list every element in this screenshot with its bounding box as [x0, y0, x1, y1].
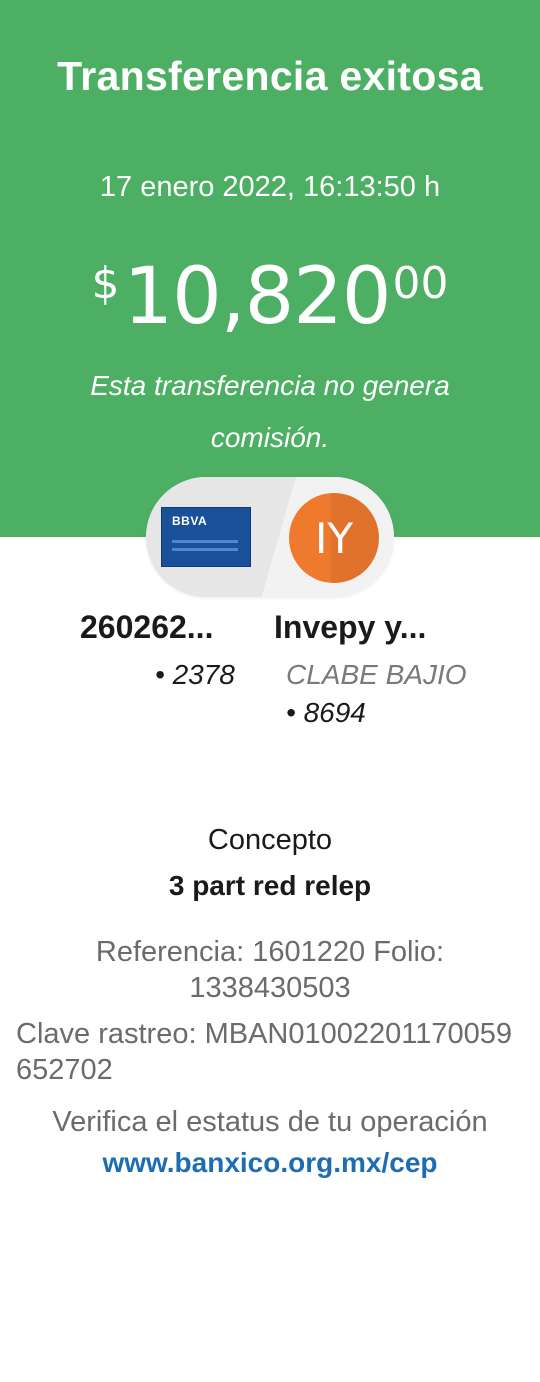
page-title: Transferencia exitosa [57, 53, 483, 99]
verify-status-text: Verifica el estatus de tu operación [52, 1106, 488, 1138]
banxico-cep-link[interactable]: www.banxico.org.mx/cep [0, 1145, 540, 1181]
bank-logo-text: BBVA [172, 514, 208, 528]
reference-folio: Referencia: 1601220 Folio: 1338430503 [95, 936, 445, 1004]
sender-account-digits: • 2378 [155, 659, 235, 690]
amount-cents: 00 [392, 258, 449, 309]
success-header: Transferencia exitosa 17 enero 2022, 16:… [0, 0, 540, 537]
avatar-initials: IY [314, 513, 354, 563]
recipient-avatar: IY [289, 493, 379, 583]
bank-card-icon: BBVA [161, 507, 251, 567]
transfer-parties-badge: BBVA IY [146, 477, 394, 597]
card-stripe [172, 548, 238, 551]
concept-value: 3 part red relep [168, 870, 372, 901]
recipient-account-digits: • 8694 [286, 697, 366, 728]
transfer-amount: $ 10,820 00 [0, 252, 540, 342]
concept-label: Concepto [207, 824, 333, 856]
recipient-name: Invepy y... [274, 609, 427, 645]
amount-currency: $ [91, 258, 120, 309]
amount-whole: 10,820 [123, 252, 392, 342]
card-stripe [172, 540, 238, 543]
tracking-key: Clave rastreo: MBAN01002201170059652702 [16, 1018, 513, 1086]
commission-note: Esta transferencia no genera comisión. [90, 370, 450, 453]
sender-account-name: 260262... [80, 609, 214, 645]
recipient-bank: CLABE BAJIO [286, 659, 467, 690]
transfer-datetime: 17 enero 2022, 16:13:50 h [99, 171, 441, 203]
